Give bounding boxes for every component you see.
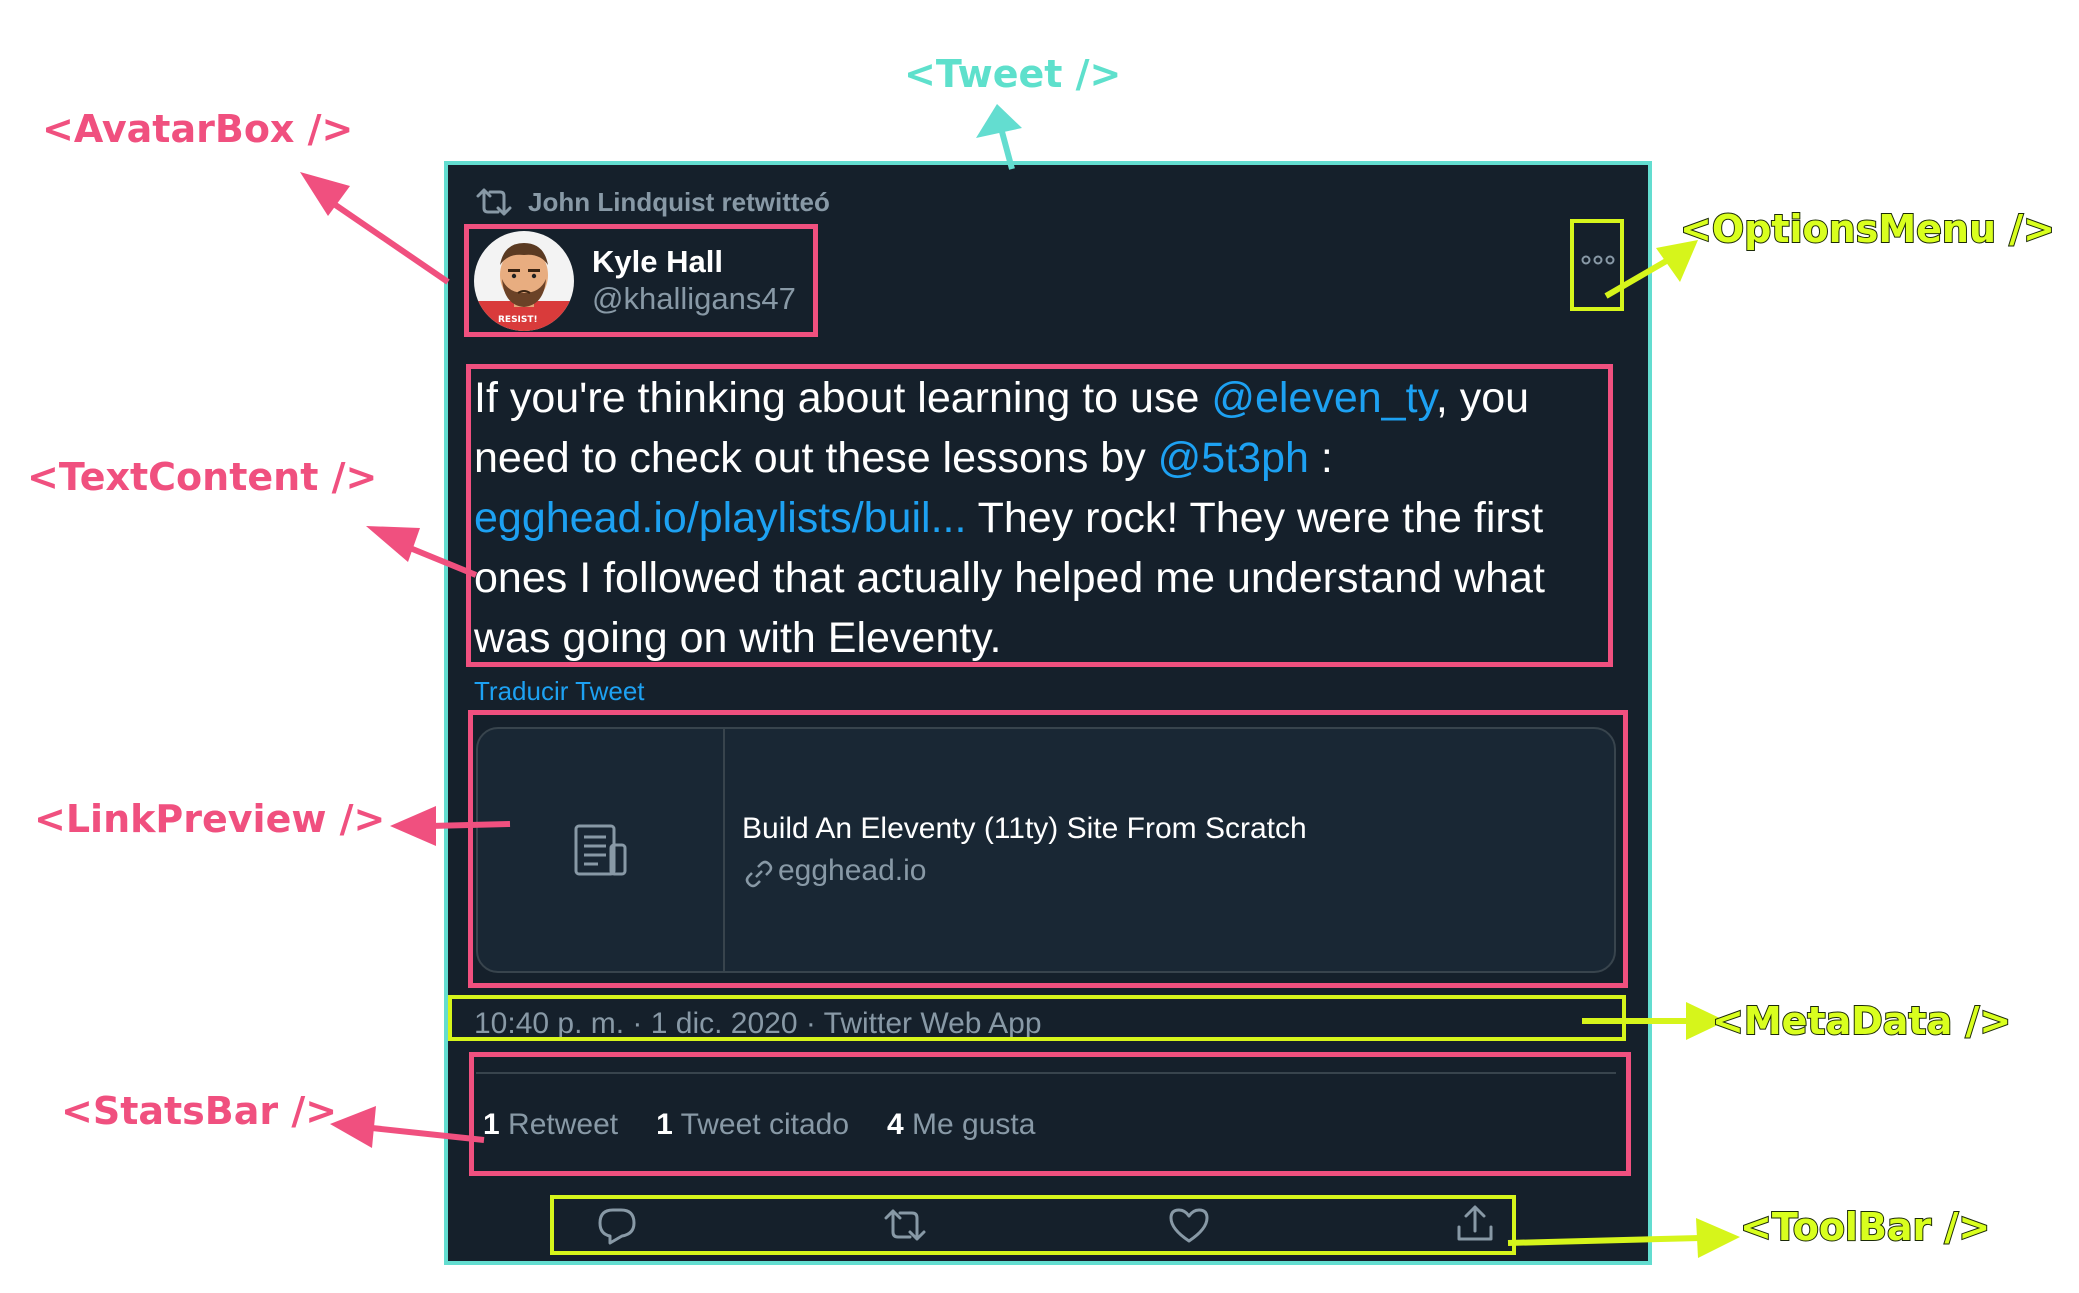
avatar-box-arrow (332, 201, 450, 285)
label-avatar-box: <AvatarBox /> (42, 107, 354, 151)
label-options-menu: <OptionsMenu /> (1679, 207, 2056, 251)
text-content-arrowhead (366, 526, 420, 562)
label-stats-bar: <StatsBar /> (61, 1089, 338, 1133)
toolbar-arrow (1507, 1235, 1701, 1246)
label-text-content: <TextContent /> (27, 455, 378, 499)
link-preview-arrowhead (390, 806, 436, 846)
label-tweet: <Tweet /> (904, 52, 1122, 96)
label-link-preview: <LinkPreview /> (34, 797, 386, 841)
options-menu-arrow (1604, 257, 1670, 299)
tweet-arrow (998, 127, 1015, 170)
stats-bar-arrow (371, 1125, 485, 1143)
label-toolbar: <ToolBar /> (1739, 1205, 1991, 1249)
toolbar-arrowhead (1696, 1218, 1740, 1258)
tweet-arrowhead (976, 104, 1022, 138)
link-preview-arrow (429, 821, 511, 829)
label-metadata: <MetaData /> (1711, 999, 2012, 1043)
text-content-arrow (408, 545, 478, 578)
